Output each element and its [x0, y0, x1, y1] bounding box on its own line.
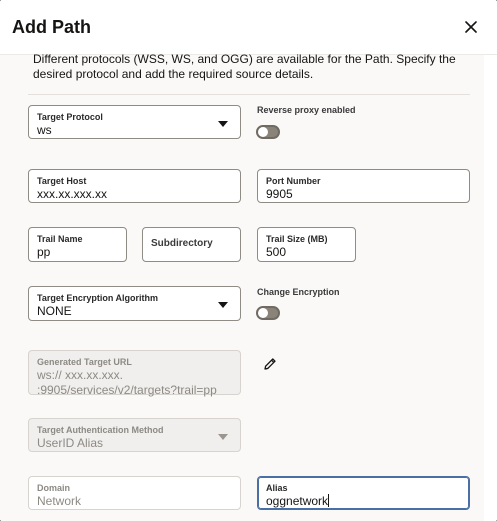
- target-protocol-select[interactable]: Target Protocol ws: [28, 105, 241, 139]
- switch-knob: [258, 127, 268, 137]
- pencil-icon: [264, 358, 276, 370]
- port-number-field[interactable]: Port Number 9905: [257, 169, 470, 203]
- auth-method-label: Target Authentication Method: [37, 425, 164, 435]
- trail-name-value: pp: [37, 245, 51, 259]
- reverse-proxy-switch[interactable]: [256, 125, 280, 139]
- domain-field: Domain Network: [28, 476, 241, 510]
- auth-method-value: UserID Alias: [37, 436, 104, 450]
- alias-label: Alias: [266, 483, 288, 493]
- generated-url-value: ws:// xxx.xx.xxx. :9905/services/v2/targ…: [37, 368, 217, 397]
- close-icon: [465, 21, 477, 33]
- alias-value: oggnetwork: [266, 494, 329, 508]
- target-protocol-label: Target Protocol: [37, 112, 103, 122]
- subdirectory-placeholder: Subdirectory: [151, 238, 213, 249]
- dialog-header: Add Path: [0, 0, 497, 55]
- edit-url-button[interactable]: [262, 356, 278, 372]
- alias-field[interactable]: Alias oggnetwork: [257, 476, 470, 510]
- target-protocol-value: ws: [37, 123, 52, 137]
- switch-knob: [258, 308, 268, 318]
- trail-size-value: 500: [266, 245, 287, 259]
- encryption-algorithm-label: Target Encryption Algorithm: [37, 293, 159, 303]
- chevron-down-icon: [218, 434, 228, 440]
- trail-name-label: Trail Name: [37, 234, 83, 244]
- add-path-dialog: Add Path Different protocols (WSS, WS, a…: [0, 0, 497, 521]
- text-cursor: [328, 494, 330, 507]
- change-encryption-switch[interactable]: [256, 306, 280, 320]
- reverse-proxy-label: Reverse proxy enabled: [257, 105, 356, 115]
- port-number-value: 9905: [266, 187, 293, 201]
- dialog-title: Add Path: [12, 17, 91, 37]
- trail-size-label: Trail Size (MB): [266, 234, 328, 244]
- divider: [28, 94, 470, 95]
- dialog-description: Different protocols (WSS, WS, and OGG) a…: [33, 52, 456, 81]
- generated-url-field: Generated Target URL ws:// xxx.xx.xxx. :…: [28, 350, 241, 397]
- auth-method-select: Target Authentication Method UserID Alia…: [28, 418, 241, 452]
- scrollbar-track[interactable]: [484, 54, 497, 521]
- subdirectory-field[interactable]: Subdirectory: [142, 227, 241, 262]
- change-encryption-label: Change Encryption: [257, 287, 340, 297]
- target-host-field[interactable]: Target Host xxx.xx.xxx.xx: [28, 169, 241, 203]
- domain-value: Network: [37, 494, 82, 508]
- encryption-algorithm-value: NONE: [37, 304, 72, 318]
- port-number-label: Port Number: [266, 176, 321, 186]
- target-host-value: xxx.xx.xxx.xx: [37, 187, 108, 201]
- domain-label: Domain: [37, 483, 71, 493]
- encryption-algorithm-select[interactable]: Target Encryption Algorithm NONE: [28, 286, 241, 321]
- generated-url-label: Generated Target URL: [37, 357, 132, 367]
- target-host-label: Target Host: [37, 176, 87, 186]
- trail-size-field[interactable]: Trail Size (MB) 500: [257, 227, 356, 262]
- chevron-down-icon: [218, 121, 228, 127]
- close-button[interactable]: [458, 14, 484, 40]
- trail-name-field[interactable]: Trail Name pp: [28, 227, 127, 262]
- alias-value-wrap: oggnetwork: [266, 494, 330, 508]
- chevron-down-icon: [218, 302, 228, 308]
